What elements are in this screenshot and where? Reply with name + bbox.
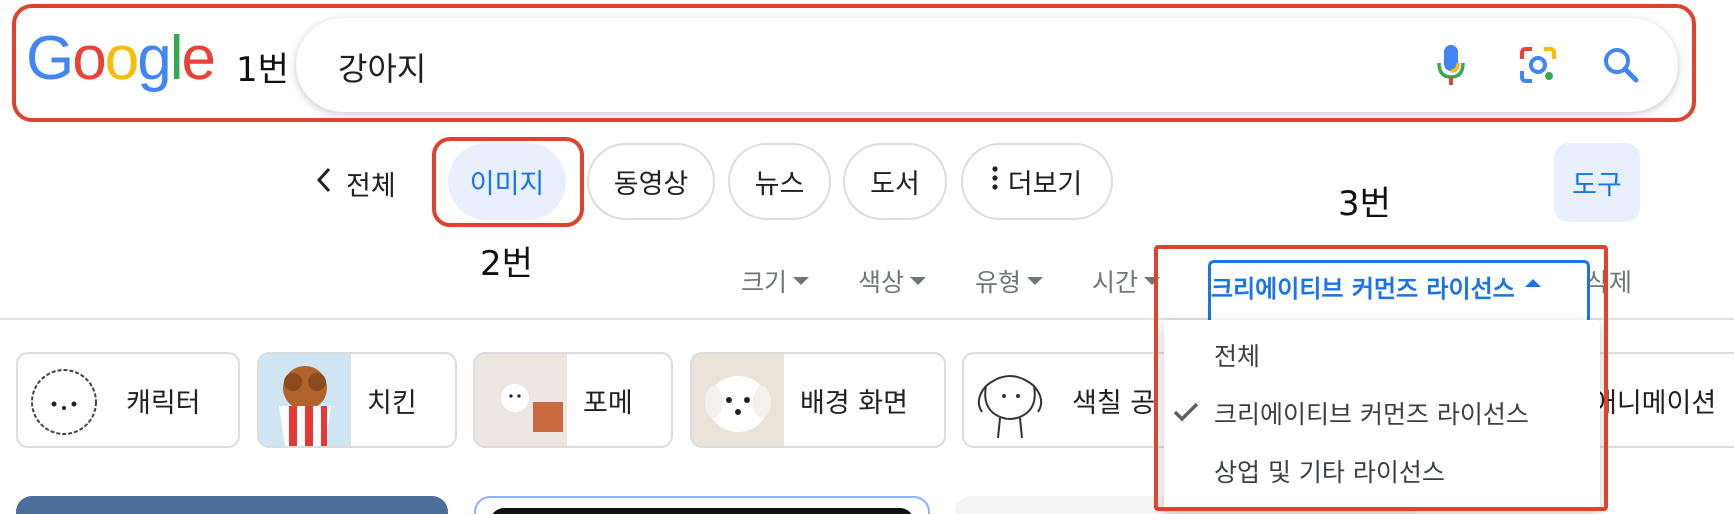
dropdown-arrow-icon (910, 277, 927, 285)
logo-letter: e (181, 24, 216, 93)
filter-type[interactable]: 유형 (975, 265, 1044, 297)
google-logo[interactable]: Google (26, 24, 216, 93)
result-image[interactable] (16, 496, 448, 514)
tab-all-label: 전체 (346, 170, 396, 202)
result-thumbnail (490, 508, 914, 514)
related-chip[interactable]: 캐릭터 (16, 352, 240, 448)
logo-letter: G (26, 24, 74, 93)
character-thumbnail (18, 354, 110, 446)
wallpaper-thumbnail (692, 354, 784, 446)
dropdown-arrow-icon (793, 277, 810, 285)
logo-letter: g (137, 24, 172, 93)
logo-letter: l (169, 24, 184, 93)
pomeranian-thumbnail (475, 354, 567, 446)
coloring-thumbnail (964, 354, 1056, 446)
filter-license[interactable]: 크리에이티브 커먼즈 라이선스 (1208, 260, 1590, 320)
menu-item-creative-commons[interactable]: 크리에이티브 커먼즈 라이선스 (1164, 388, 1600, 438)
search-input[interactable]: 강아지 (338, 44, 426, 90)
result-image[interactable] (474, 496, 930, 514)
menu-item-label: 전체 (1214, 342, 1261, 371)
tab-videos[interactable]: 동영상 (587, 143, 715, 220)
related-chip[interactable]: 포메 (473, 352, 673, 448)
menu-item-all[interactable]: 전체 (1164, 330, 1600, 380)
related-chip[interactable]: 배경 화면 (690, 352, 946, 448)
search-icon[interactable] (1596, 40, 1646, 90)
chevron-left-icon (316, 167, 332, 200)
tab-images[interactable]: 이미지 (448, 143, 566, 220)
related-chip-label: 포메 (583, 387, 633, 419)
more-vert-icon (992, 166, 998, 197)
chicken-thumbnail (259, 354, 351, 446)
clear-filter-link[interactable]: 삭제 (1586, 265, 1632, 297)
related-chip-label: 배경 화면 (800, 387, 908, 419)
annotation-label-1: 1번 (236, 50, 289, 90)
dropdown-arrow-up-icon (1524, 279, 1541, 287)
tab-more[interactable]: 더보기 (961, 143, 1113, 220)
tab-books[interactable]: 도서 (843, 143, 947, 220)
clear-filter-label: 삭제 (1586, 268, 1633, 297)
filter-license-label: 크리에이티브 커먼즈 라이선스 (1211, 275, 1515, 303)
filter-time-label: 시간 (1092, 268, 1139, 297)
google-lens-icon[interactable] (1513, 40, 1563, 90)
filter-size-label: 크기 (741, 268, 788, 297)
related-chip-label: 색칠 공 (1072, 387, 1156, 419)
tools-button[interactable]: 도구 (1554, 143, 1640, 222)
microphone-icon[interactable] (1426, 40, 1476, 90)
menu-item-label: 상업 및 기타 라이선스 (1214, 458, 1445, 487)
related-chip-label: 애니메이션 (1592, 387, 1717, 419)
menu-item-label: 크리에이티브 커먼즈 라이선스 (1214, 400, 1529, 429)
filter-time[interactable]: 시간 (1092, 265, 1161, 297)
logo-letter: o (72, 24, 107, 93)
menu-item-commercial[interactable]: 상업 및 기타 라이선스 (1164, 446, 1600, 496)
tab-news[interactable]: 뉴스 (728, 143, 831, 220)
filter-color-label: 색상 (858, 268, 905, 297)
search-box[interactable]: 강아지 (296, 18, 1678, 112)
annotation-label-3: 3번 (1338, 184, 1391, 224)
tab-more-label: 더보기 (1007, 169, 1083, 200)
filter-type-label: 유형 (975, 268, 1022, 297)
dropdown-arrow-icon (1027, 277, 1044, 285)
check-icon (1172, 400, 1200, 430)
dropdown-arrow-icon (1144, 277, 1161, 285)
related-chip-label: 캐릭터 (126, 387, 201, 419)
logo-letter: o (104, 24, 140, 93)
annotation-label-2: 2번 (480, 244, 533, 284)
filter-size[interactable]: 크기 (741, 265, 810, 297)
filter-color[interactable]: 색상 (858, 265, 927, 297)
license-dropdown-menu: 전체 크리에이티브 커먼즈 라이선스 상업 및 기타 라이선스 (1164, 320, 1600, 510)
related-chip-label: 치킨 (367, 387, 417, 419)
related-chip[interactable]: 애니메이션 (1588, 352, 1734, 448)
related-chip[interactable]: 치킨 (257, 352, 457, 448)
tab-all-back[interactable]: 전체 (316, 160, 396, 206)
